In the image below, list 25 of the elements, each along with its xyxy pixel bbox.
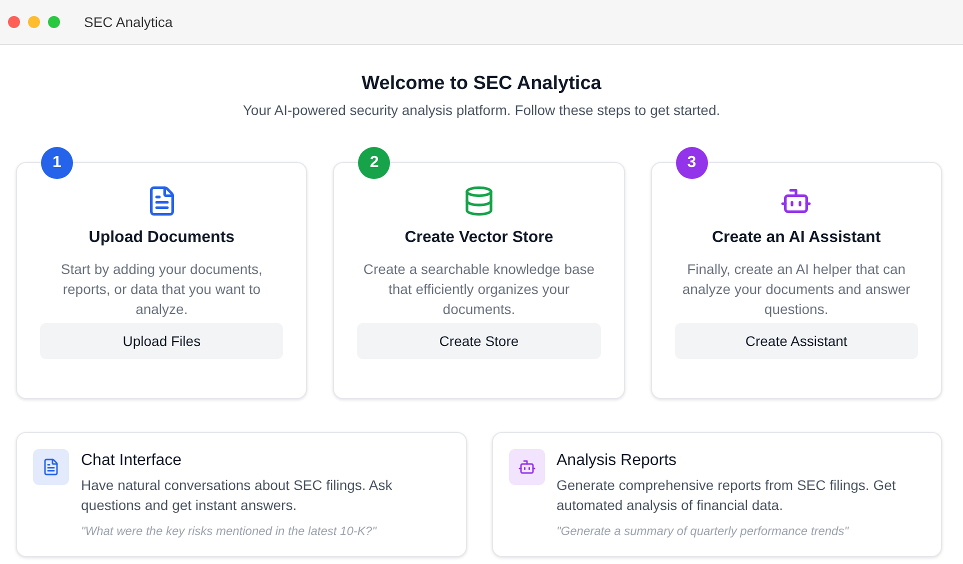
step-button[interactable]: Create Store <box>357 323 601 359</box>
step-button[interactable]: Create Assistant <box>674 323 918 359</box>
welcome-heading: Welcome to SEC Analytica <box>362 72 602 96</box>
maximize-window-icon[interactable] <box>48 16 60 28</box>
step-title: Create Vector Store <box>404 228 554 248</box>
close-window-icon[interactable] <box>8 16 20 28</box>
step-description: Finally, create an AI helper that can analyze your documents and answer questions. <box>681 260 912 319</box>
feature-example: "What were the key risks mentioned in the latest 10-K?" <box>81 523 378 539</box>
minimize-window-icon[interactable] <box>28 16 40 28</box>
step-number-badge: 3 <box>676 147 708 179</box>
feature-example: "Generate a summary of quarterly performance trends" <box>556 523 850 539</box>
feature-description: Have natural conversations about SEC filings. Ask questions and get instant answers. <box>81 476 394 515</box>
step-title: Upload Documents <box>88 228 235 248</box>
feature-description: Generate comprehensive reports from SEC filings. Get automated analysis of financial data. <box>556 476 897 515</box>
step-title: Create an AI Assistant <box>712 228 881 248</box>
feature-title: Chat Interface <box>81 451 182 471</box>
welcome-subtitle: Your AI-powered security analysis platform. Follow these steps to get started. <box>242 101 720 120</box>
step-number-badge: 2 <box>358 147 390 179</box>
feature-title: Analysis Reports <box>556 451 678 471</box>
step-button[interactable]: Upload Files <box>40 323 284 359</box>
step-description: Create a searchable knowledge base that efficiently organizes your documents. <box>362 260 596 319</box>
window-title: SEC Analytica <box>84 12 173 32</box>
step-number-badge: 1 <box>41 147 73 179</box>
step-description: Start by adding your documents, reports, or data that you want to analyze. <box>60 260 264 319</box>
database-icon <box>462 185 495 217</box>
